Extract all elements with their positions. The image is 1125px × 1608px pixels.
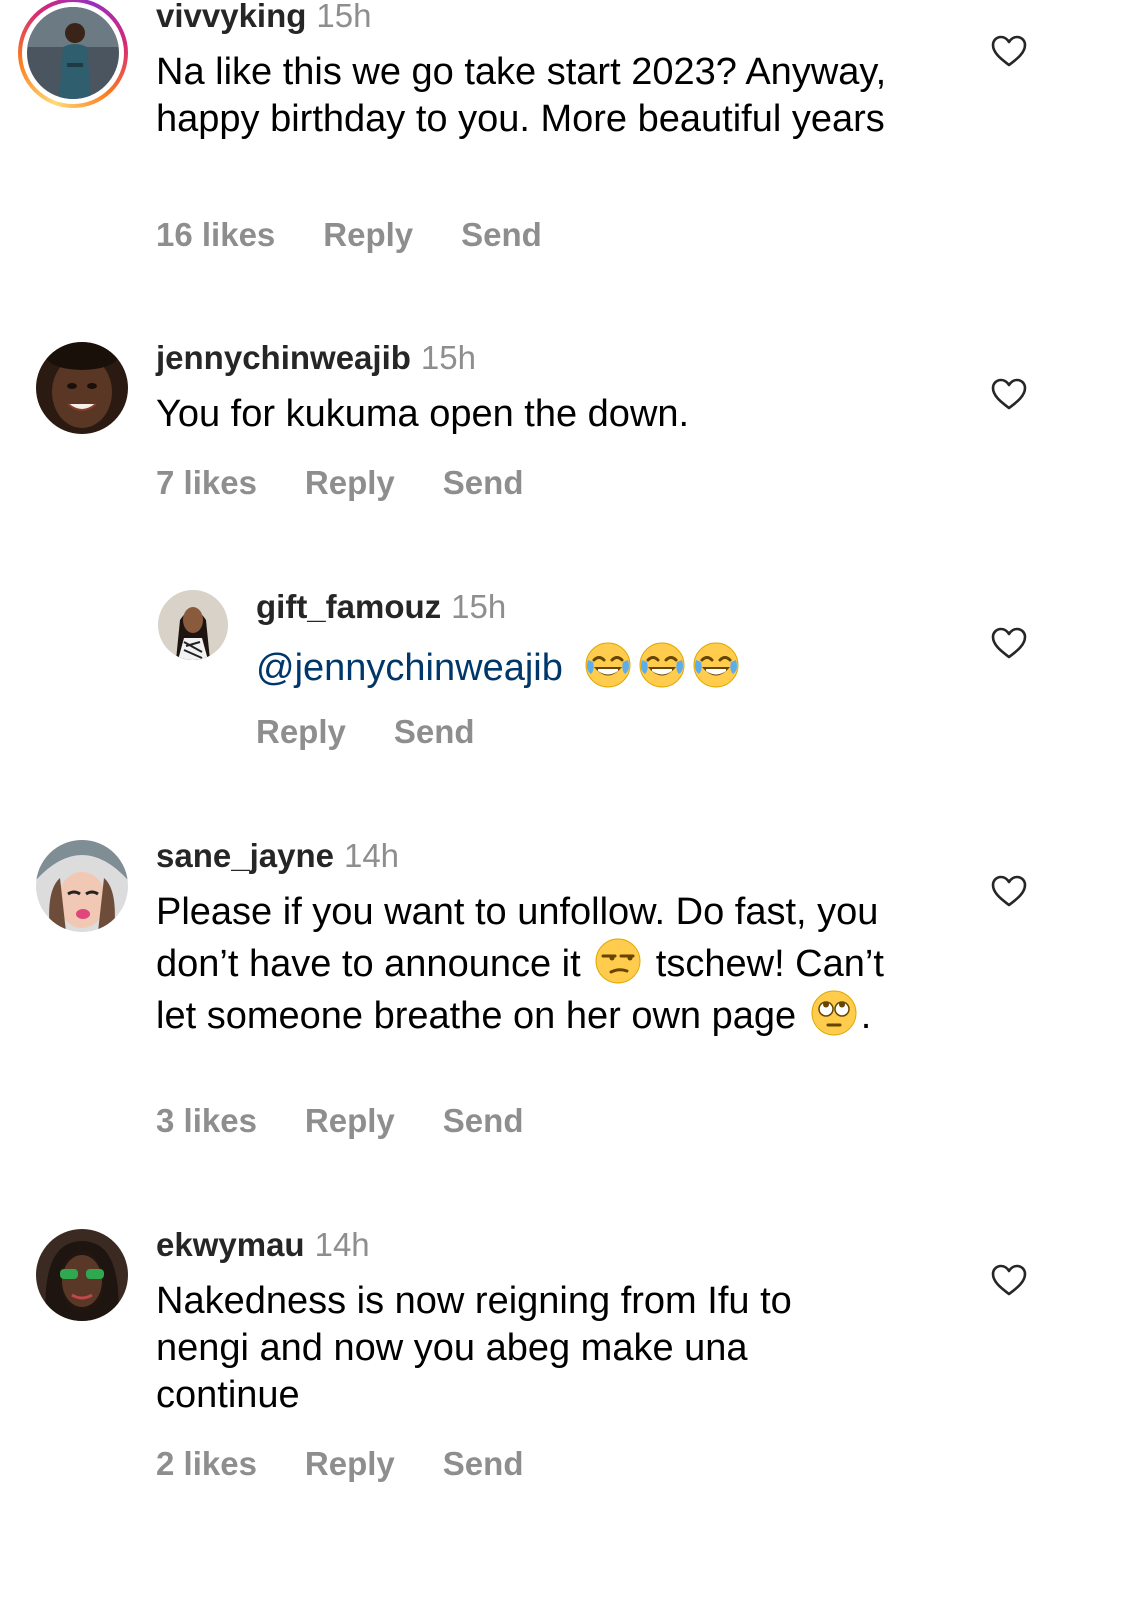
username[interactable]: sane_jayne (156, 837, 334, 874)
mention-link[interactable]: @jennychinweajib (256, 647, 563, 689)
comment-text: Nakedness is now reigning from Ifu to ne… (156, 1280, 792, 1416)
face-with-tears-of-joy-icon (637, 640, 687, 690)
comment-text: You for kukuma open the down. (156, 393, 690, 435)
comment-text: Please if you want to unfollow. Do fast,… (156, 889, 896, 1040)
avatar[interactable] (36, 342, 128, 434)
likes-count[interactable]: 7 likes (156, 464, 257, 501)
heart-outline-icon[interactable] (990, 874, 1028, 908)
avatar[interactable] (36, 1229, 128, 1321)
likes-count[interactable]: 16 likes (156, 216, 275, 253)
timestamp: 15h (451, 588, 507, 625)
send-button[interactable]: Send (461, 216, 542, 253)
avatar[interactable] (27, 7, 119, 99)
unamused-face-icon (593, 936, 643, 986)
comment-text: Na like this we go take start 2023? Anyw… (156, 51, 887, 140)
likes-count[interactable]: 3 likes (156, 1102, 257, 1139)
send-button[interactable]: Send (443, 464, 524, 501)
comment-text: @jennychinweajib (256, 640, 1016, 692)
send-button[interactable]: Send (443, 1102, 524, 1139)
reply-button[interactable]: Reply (323, 216, 413, 253)
heart-outline-icon[interactable] (990, 377, 1028, 411)
timestamp: 15h (420, 339, 476, 376)
reply-button[interactable]: Reply (256, 713, 346, 750)
heart-outline-icon[interactable] (990, 626, 1028, 660)
timestamp: 15h (316, 0, 372, 34)
timestamp: 14h (314, 1226, 370, 1263)
likes-count[interactable]: 2 likes (156, 1445, 257, 1482)
reply-button[interactable]: Reply (305, 1445, 395, 1482)
send-button[interactable]: Send (394, 713, 475, 750)
heart-outline-icon[interactable] (990, 34, 1028, 68)
face-with-tears-of-joy-icon (583, 640, 633, 690)
username[interactable]: ekwymau (156, 1226, 305, 1263)
send-button[interactable]: Send (443, 1445, 524, 1482)
avatar[interactable] (36, 840, 128, 932)
username[interactable]: gift_famouz (256, 588, 441, 625)
heart-outline-icon[interactable] (990, 1263, 1028, 1297)
username[interactable]: jennychinweajib (156, 339, 411, 376)
timestamp: 14h (343, 837, 400, 874)
reply-button[interactable]: Reply (305, 1102, 395, 1139)
face-with-tears-of-joy-icon (691, 640, 741, 690)
avatar[interactable] (158, 590, 228, 660)
comment-text-part: . (860, 995, 872, 1037)
face-with-rolling-eyes-icon (809, 988, 859, 1038)
reply-button[interactable]: Reply (305, 464, 395, 501)
username[interactable]: vivvyking (156, 0, 306, 34)
